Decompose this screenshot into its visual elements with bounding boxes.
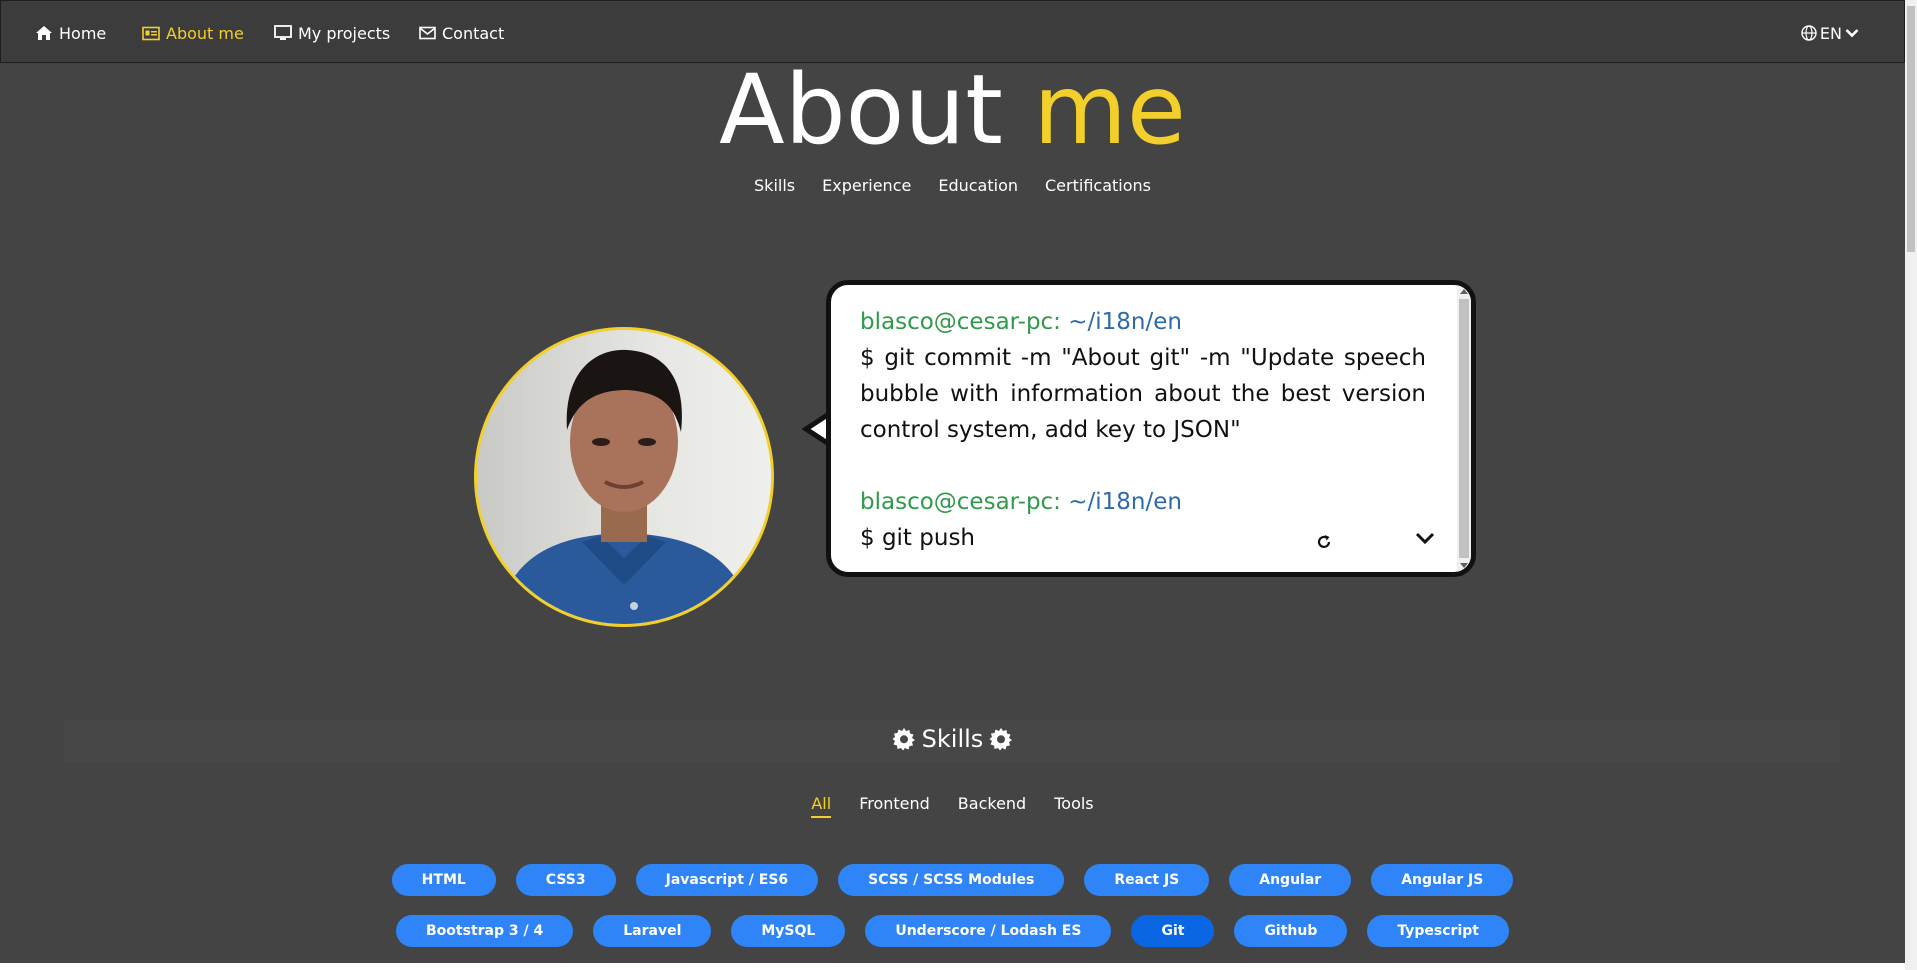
- skills-title: Skills: [0, 725, 1905, 753]
- next-row-peek: [0, 963, 1905, 970]
- skill-chip-active[interactable]: Git: [1131, 915, 1215, 947]
- nav-home[interactable]: Home: [35, 21, 106, 45]
- prompt-user-2: blasco@cesar-pc:: [860, 489, 1061, 515]
- page-title: About me: [0, 58, 1905, 162]
- prompt-user: blasco@cesar-pc:: [860, 309, 1061, 335]
- nav-contact-label: Contact: [442, 23, 505, 43]
- home-icon: [36, 26, 52, 40]
- nav-about-me[interactable]: About me: [142, 21, 244, 45]
- filter-all[interactable]: All: [811, 794, 832, 818]
- nav-my-projects[interactable]: My projects: [274, 21, 390, 45]
- globe-icon: [1801, 25, 1817, 41]
- skill-chip[interactable]: Angular JS: [1371, 864, 1514, 896]
- skill-chip[interactable]: Underscore / Lodash ES: [865, 915, 1112, 947]
- skill-chip[interactable]: Typescript: [1367, 915, 1509, 947]
- section-link-certifications[interactable]: Certifications: [1045, 176, 1151, 195]
- chevron-down-icon: [1845, 29, 1859, 38]
- skill-chip[interactable]: Laravel: [593, 915, 712, 947]
- terminal-content: blasco@cesar-pc: ~/i18n/en $ git commit …: [860, 304, 1426, 556]
- section-nav: Skills Experience Education Certificatio…: [0, 176, 1905, 195]
- speech-bubble: blasco@cesar-pc: ~/i18n/en $ git commit …: [826, 280, 1476, 577]
- bubble-scrollbar-thumb[interactable]: [1459, 299, 1469, 558]
- section-link-experience[interactable]: Experience: [822, 176, 911, 195]
- language-label: EN: [1819, 23, 1842, 43]
- nav-my-projects-label: My projects: [298, 23, 391, 43]
- chevron-down-icon[interactable]: [1415, 531, 1435, 545]
- scroll-down-arrow-icon[interactable]: [1460, 563, 1468, 569]
- skills-row-2: Bootstrap 3 / 4 Laravel MySQL Underscore…: [0, 915, 1905, 947]
- skill-chip[interactable]: Bootstrap 3 / 4: [396, 915, 574, 947]
- skill-chip[interactable]: Javascript / ES6: [635, 864, 819, 896]
- gear-icon: [892, 728, 915, 751]
- skill-chip[interactable]: SCSS / SCSS Modules: [838, 864, 1065, 896]
- id-card-icon: [142, 26, 160, 40]
- filter-backend[interactable]: Backend: [958, 794, 1026, 818]
- skill-chip[interactable]: CSS3: [515, 864, 616, 896]
- skills-row-1: HTML CSS3 Javascript / ES6 SCSS / SCSS M…: [0, 864, 1905, 896]
- avatar: [474, 327, 774, 627]
- skill-chip[interactable]: Angular: [1229, 864, 1352, 896]
- prompt-line-1: blasco@cesar-pc: ~/i18n/en: [860, 304, 1426, 340]
- envelope-icon: [419, 26, 436, 40]
- skill-chip[interactable]: HTML: [391, 864, 496, 896]
- prompt-path-2: ~/i18n/en: [1068, 489, 1182, 515]
- section-link-skills[interactable]: Skills: [754, 176, 795, 195]
- skill-chip[interactable]: Github: [1234, 915, 1348, 947]
- skills-title-text: Skills: [921, 725, 984, 753]
- skills-filters: All Frontend Backend Tools: [0, 794, 1905, 818]
- skill-chip[interactable]: React JS: [1084, 864, 1210, 896]
- terminal-command-1: $ git commit -m "About git" -m "Update s…: [860, 345, 1426, 443]
- monitor-icon: [274, 25, 292, 40]
- prompt-line-2: blasco@cesar-pc: ~/i18n/en: [860, 484, 1426, 520]
- page-title-main: About: [719, 54, 1003, 166]
- nav-contact[interactable]: Contact: [419, 21, 504, 45]
- replay-icon[interactable]: [1315, 533, 1333, 551]
- profile-photo: [477, 330, 771, 624]
- language-selector[interactable]: EN: [1798, 21, 1862, 45]
- page-title-accent: me: [1033, 54, 1186, 166]
- section-link-education[interactable]: Education: [938, 176, 1018, 195]
- skill-chip[interactable]: MySQL: [731, 915, 846, 947]
- gear-icon: [989, 728, 1013, 751]
- nav-home-label: Home: [59, 23, 107, 43]
- filter-frontend[interactable]: Frontend: [859, 794, 930, 818]
- terminal-command-2: $ git push: [860, 525, 975, 551]
- page-scrollbar-thumb[interactable]: [1907, 6, 1915, 252]
- filter-tools[interactable]: Tools: [1054, 794, 1093, 818]
- bubble-scrollbar[interactable]: [1457, 285, 1471, 572]
- scroll-up-arrow-icon[interactable]: [1460, 288, 1468, 294]
- prompt-path: ~/i18n/en: [1068, 309, 1182, 335]
- nav-about-me-label: About me: [166, 23, 244, 43]
- page-scrollbar[interactable]: [1905, 0, 1917, 970]
